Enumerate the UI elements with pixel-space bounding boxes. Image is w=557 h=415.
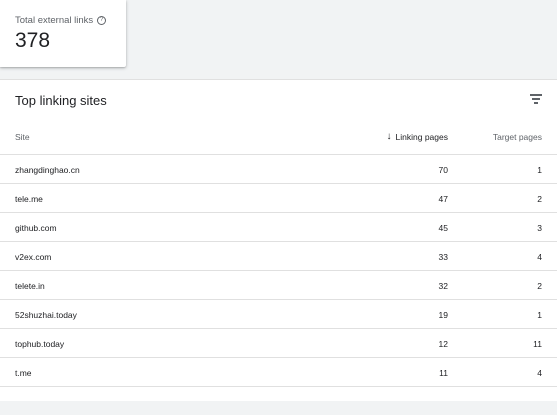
column-header-target-pages[interactable]: Target pages xyxy=(493,132,542,142)
table-row[interactable] xyxy=(0,386,557,415)
cell-linking-pages: 11 xyxy=(439,368,448,378)
filter-icon[interactable] xyxy=(530,94,542,104)
table-row[interactable]: github.com 45 3 xyxy=(0,212,557,241)
sort-descending-icon: ↓ xyxy=(386,131,392,142)
cell-target-pages: 1 xyxy=(537,310,542,320)
table-header: Site ↓ Linking pages Target pages xyxy=(0,132,557,154)
table-row[interactable]: v2ex.com 33 4 xyxy=(0,241,557,270)
cell-target-pages: 4 xyxy=(537,252,542,262)
cell-linking-pages: 33 xyxy=(438,252,448,262)
table-row[interactable]: t.me 11 4 xyxy=(0,357,557,386)
cell-target-pages: 4 xyxy=(537,368,542,378)
cell-linking-pages: 47 xyxy=(438,194,448,204)
table-row[interactable]: telete.in 32 2 xyxy=(0,270,557,299)
cell-site: tele.me xyxy=(15,194,43,204)
stat-label-group: Total external links ? xyxy=(15,15,107,26)
help-icon[interactable]: ? xyxy=(97,16,107,25)
stat-label: Total external links xyxy=(15,15,94,26)
column-header-linking-pages[interactable]: ↓ Linking pages xyxy=(386,131,448,143)
table-row[interactable]: 52shuzhai.today 19 1 xyxy=(0,299,557,328)
stat-value: 378 xyxy=(15,29,51,52)
card-title: Top linking sites xyxy=(15,93,107,108)
total-external-links-card: Total external links ? 378 xyxy=(0,0,126,67)
cell-site: t.me xyxy=(15,368,32,378)
cell-site: v2ex.com xyxy=(15,252,52,262)
cell-site: telete.in xyxy=(15,281,45,291)
table-row[interactable]: tophub.today 12 11 xyxy=(0,328,557,357)
cell-target-pages: 2 xyxy=(537,194,542,204)
table-row[interactable]: tele.me 47 2 xyxy=(0,183,557,212)
cell-target-pages: 2 xyxy=(537,281,542,291)
cell-linking-pages: 70 xyxy=(438,165,448,175)
cell-linking-pages: 19 xyxy=(438,310,448,320)
cell-target-pages: 11 xyxy=(533,339,542,349)
cell-linking-pages: 12 xyxy=(438,339,448,349)
cell-target-pages: 1 xyxy=(537,165,542,175)
cell-site: github.com xyxy=(15,223,57,233)
cell-site: zhangdinghao.cn xyxy=(15,165,80,175)
cell-linking-pages: 45 xyxy=(438,223,448,233)
cell-site: tophub.today xyxy=(15,339,65,349)
column-header-site[interactable]: Site xyxy=(15,132,30,142)
table-body: zhangdinghao.cn 70 1 tele.me 47 2 github… xyxy=(0,154,557,415)
cell-target-pages: 3 xyxy=(537,223,542,233)
cell-site: 52shuzhai.today xyxy=(15,310,77,320)
column-header-linking-pages-label: Linking pages xyxy=(395,132,448,142)
cell-linking-pages: 32 xyxy=(438,281,448,291)
top-linking-sites-card: Top linking sites Site ↓ Linking pages T… xyxy=(0,79,557,401)
table-row[interactable]: zhangdinghao.cn 70 1 xyxy=(0,154,557,183)
